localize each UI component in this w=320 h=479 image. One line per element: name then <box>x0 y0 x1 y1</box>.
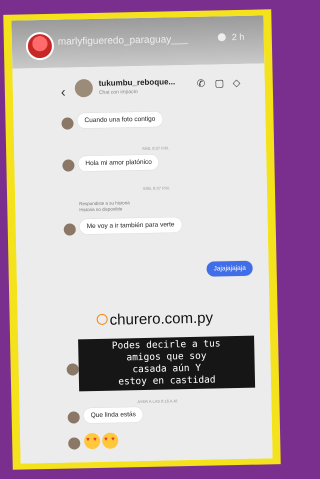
overlay-caption: Podes decirle a tus amigos que soy casad… <box>78 335 256 392</box>
chat-header: ‹ tukumbu_reboque... Chat con impacto ✆ … <box>61 74 252 104</box>
caption-line: estoy en castidad <box>118 374 216 388</box>
timestamp: SÁB, 8:37 P.M. <box>142 145 169 151</box>
video-icon[interactable]: ▢ <box>215 78 225 89</box>
outgoing-message-bubble[interactable]: Jajajajajaja <box>206 260 253 277</box>
story-username[interactable]: marlyfigueredo_paraguay___ <box>58 34 188 48</box>
heart-eye-icon: ♥ <box>93 436 97 444</box>
verified-dot-icon <box>217 33 226 42</box>
story-note-line: Historia no disponible <box>79 206 123 213</box>
message-bubble[interactable]: Cuando una foto contigo <box>77 111 163 129</box>
phone-icon[interactable]: ✆ <box>197 79 206 90</box>
contact-avatar[interactable] <box>74 78 94 98</box>
timestamp: SÁB, 8:37 P.M. <box>142 185 170 191</box>
story-screenshot: marlyfigueredo_paraguay___ 2 h ‹ tukumbu… <box>11 15 273 464</box>
story-reply-note: Respondiste a su historia Historia no di… <box>79 200 130 213</box>
contact-name[interactable]: tukumbu_reboque... <box>99 77 176 88</box>
watermark-text: churero.com.py <box>109 309 214 329</box>
message-bubble[interactable]: Me voy a ir también para verte <box>79 217 182 235</box>
story-avatar[interactable] <box>25 31 55 61</box>
back-icon[interactable]: ‹ <box>61 84 66 100</box>
story-time: 2 h <box>231 31 245 43</box>
heart-eye-icon: ♥ <box>111 436 115 443</box>
message-bubble[interactable]: Hola mi amor platónico <box>78 154 160 172</box>
message-bubble[interactable]: Que linda estás <box>83 407 143 424</box>
tag-icon[interactable]: ◇ <box>233 78 241 89</box>
story-header: marlyfigueredo_paraguay___ 2 h <box>11 15 265 69</box>
contact-status: Chat con impacto <box>98 89 138 96</box>
heart-eye-icon: ♥ <box>104 436 108 443</box>
heart-eye-icon: ♥ <box>86 437 90 444</box>
timestamp: AYER A LAS 8:16 A.M. <box>137 398 179 405</box>
watermark: churero.com.py <box>96 309 214 329</box>
